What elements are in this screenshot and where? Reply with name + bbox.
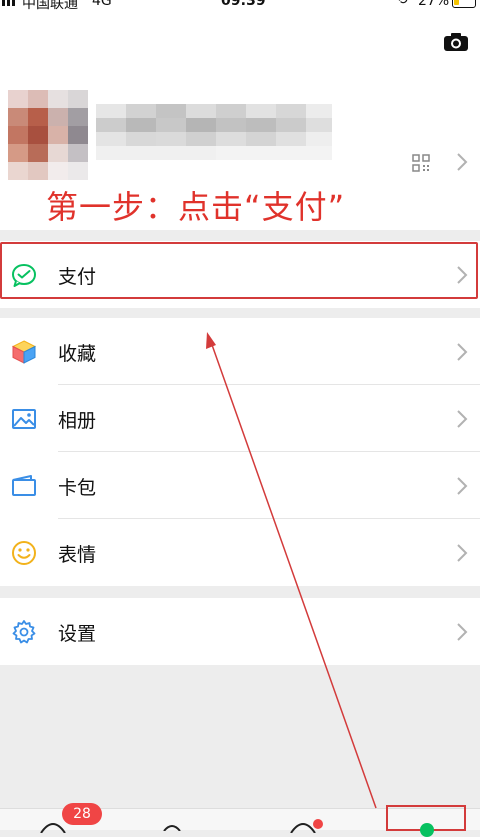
cube-icon [11,340,37,364]
chevron-right-icon [457,410,468,428]
settings-group: 设置 [0,598,480,665]
nickname-blurred [96,104,332,160]
services-group: 收藏 相册 卡包 表情 [0,318,480,586]
signal-icon [2,0,15,6]
menu-item-favorites[interactable]: 收藏 [0,318,480,385]
chevron-right-icon [457,477,468,495]
orientation-lock-icon: ⟲ [396,0,408,8]
battery-icon [452,0,476,8]
chats-badge: 28 [62,803,102,825]
menu-item-settings[interactable]: 设置 [0,598,480,665]
menu-item-album[interactable]: 相册 [0,385,480,452]
menu-item-stickers[interactable]: 表情 [0,519,480,586]
smiley-icon [12,541,36,565]
chevron-right-icon [457,623,468,641]
avatar[interactable] [8,90,88,180]
menu-label-favorites: 收藏 [58,343,97,365]
chats-tab-icon[interactable] [38,821,68,833]
network-label: 4G [92,0,112,9]
qr-code-icon[interactable] [412,154,430,172]
wallet-icon [12,475,36,496]
chevron-right-icon [457,153,468,171]
gear-icon [12,620,36,644]
menu-label-settings: 设置 [58,623,97,645]
chevron-right-icon [457,544,468,562]
carrier-label: 中国联通 [22,0,78,12]
menu-item-cards[interactable]: 卡包 [0,452,480,519]
status-bar: 中国联通 4G 09:39 ⟲ 27% [0,0,480,12]
camera-icon[interactable] [443,32,469,52]
contacts-tab-icon[interactable] [160,821,184,831]
tab-bar: 28 [0,803,480,837]
me-tab-icon[interactable] [420,823,434,837]
menu-label-album: 相册 [58,410,97,432]
picture-icon [12,409,36,429]
highlight-pay-box [0,242,478,299]
menu-label-cards: 卡包 [58,477,97,499]
profile-header[interactable]: 第一步：点击“支付” [0,12,480,230]
step-annotation: 第一步：点击“支付” [46,188,346,226]
discover-red-dot [313,819,323,829]
menu-label-stickers: 表情 [58,544,97,566]
chevron-right-icon [457,343,468,361]
battery-percent: 27% [418,0,450,9]
clock: 09:39 [221,0,266,9]
